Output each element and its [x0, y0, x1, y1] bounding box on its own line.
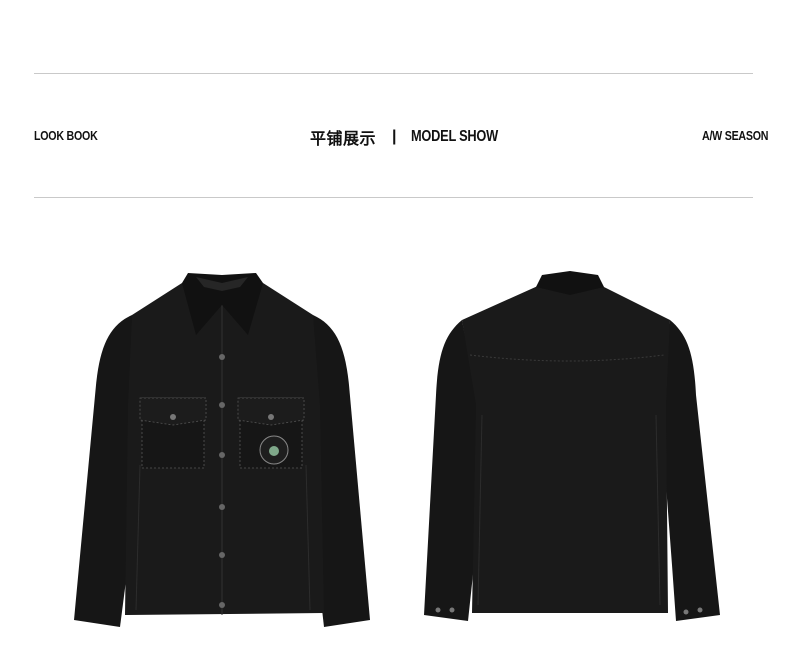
section-title-cn: 平铺展示	[310, 129, 377, 148]
jacket-back-image	[420, 265, 725, 635]
jacket-front-image	[70, 265, 375, 635]
section-title: 平铺展示 | MODEL SHOW	[310, 126, 519, 148]
title-separator: |	[392, 128, 397, 145]
look-book-label: LOOK BOOK	[34, 128, 98, 143]
season-label: A/W SEASON	[702, 128, 769, 143]
bottom-divider	[34, 197, 753, 198]
top-divider	[34, 73, 753, 74]
jacket-front-icon	[74, 273, 370, 627]
section-title-en: MODEL SHOW	[410, 128, 498, 145]
jacket-back-icon	[424, 271, 720, 621]
